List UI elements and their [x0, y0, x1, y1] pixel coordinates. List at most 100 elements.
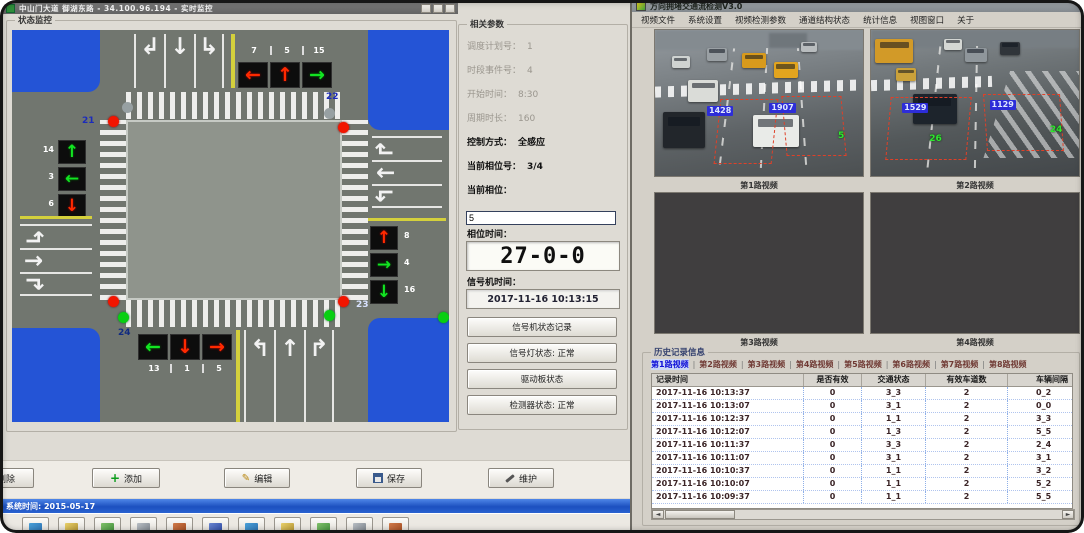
right-titlebar[interactable]: 方向拥堵交通流检测V3.0: [632, 0, 1084, 12]
corner-label-22: 22: [326, 92, 339, 102]
save-button[interactable]: 保存: [356, 468, 422, 488]
south-signal-left: ←: [138, 334, 168, 360]
add-button[interactable]: +添加: [92, 468, 160, 488]
table-row[interactable]: 2017-11-16 10:09:3701_125_5: [652, 491, 1073, 504]
history-tab[interactable]: 第6路视频: [892, 359, 930, 370]
table-cell: 2: [926, 465, 1008, 477]
history-tab[interactable]: 第3路视频: [748, 359, 786, 370]
north-signal-straight: ↑: [270, 62, 300, 88]
left-titlebar[interactable]: 中山门大道 御湖东路 - 34.100.96.194 - 实时监控: [3, 2, 458, 14]
scroll-right-arrow[interactable]: ►: [1062, 510, 1074, 519]
column-header[interactable]: 车辆间隔: [1008, 374, 1073, 386]
west-signal-number: 6: [34, 199, 54, 208]
video-channel-1[interactable]: 142819075: [654, 29, 864, 177]
table-row[interactable]: 2017-11-16 10:13:0703_120_0: [652, 400, 1073, 413]
lane-arrow-icon: ↑: [280, 336, 299, 362]
menu-item[interactable]: 关于: [957, 14, 974, 26]
table-row[interactable]: 2017-11-16 10:12:0701_325_5: [652, 426, 1073, 439]
minimize-button[interactable]: [421, 4, 431, 13]
toolbar-icon-button[interactable]: [274, 517, 301, 533]
toolbar-icon-button[interactable]: [310, 517, 337, 533]
detector-dot-red: [338, 122, 349, 133]
corner-southwest: [12, 328, 100, 422]
status-button[interactable]: 信号机状态记录: [467, 317, 617, 337]
history-tab[interactable]: 第5路视频: [844, 359, 882, 370]
horizontal-scrollbar[interactable]: ◄ ►: [651, 509, 1075, 520]
history-tab[interactable]: 第2路视频: [699, 359, 737, 370]
toolbar-icon-button[interactable]: [382, 517, 409, 533]
current-phase-input[interactable]: [466, 211, 616, 225]
table-cell: 2_4: [1008, 439, 1073, 451]
toolbar-icon-button[interactable]: [202, 517, 229, 533]
close-button[interactable]: [445, 4, 455, 13]
menu-item[interactable]: 通道结构状态: [799, 14, 850, 26]
signal-time-label: 信号机时间：: [467, 275, 521, 288]
status-monitor-group: 状态监控 N: [6, 20, 457, 432]
vehicle-count-tag: 1428: [707, 106, 733, 116]
wrench-icon: [505, 474, 515, 483]
table-cell: 2: [926, 452, 1008, 464]
column-header[interactable]: 有效车道数: [926, 374, 1008, 386]
lane-arrow-icon: ↱: [21, 274, 47, 293]
toolbar-icon-button[interactable]: [166, 517, 193, 533]
signal-time-display: 2017-11-16 10:13:15: [466, 289, 620, 309]
scroll-left-arrow[interactable]: ◄: [652, 510, 664, 519]
video-channel-4[interactable]: [870, 192, 1080, 334]
history-tab[interactable]: 第1路视频: [651, 359, 689, 370]
delete-button[interactable]: 删除: [0, 468, 34, 488]
toolbar-icon-button[interactable]: [238, 517, 265, 533]
param-field: 周期时长：160: [467, 111, 621, 135]
status-button[interactable]: 检测器状态: 正常: [467, 395, 617, 415]
toolbar-icon-button[interactable]: [22, 517, 49, 533]
status-button[interactable]: 驱动板状态: [467, 369, 617, 389]
vehicle-count-tag: 1129: [990, 100, 1016, 110]
table-cell: 3_3: [1008, 413, 1073, 425]
video-channel-2[interactable]: 152911292624: [870, 29, 1080, 177]
north-lane-markings: ↲ ↓ ↳: [134, 34, 230, 88]
history-tab[interactable]: 第7路视频: [941, 359, 979, 370]
table-row[interactable]: 2017-11-16 10:10:3701_123_2: [652, 465, 1073, 478]
phase-time-label: 相位时间：: [467, 227, 512, 240]
table-cell: 3_1: [1008, 452, 1073, 464]
edit-button[interactable]: ✎编辑: [224, 468, 290, 488]
scroll-thumb[interactable]: [665, 510, 735, 519]
table-cell: 0: [804, 413, 862, 425]
south-lane-markings: ↰ ↑ ↱: [244, 330, 340, 422]
column-header[interactable]: 交通状态: [862, 374, 926, 386]
tab-separator: |: [886, 360, 889, 369]
menu-item[interactable]: 视图窗口: [910, 14, 944, 26]
menu-item[interactable]: 视频文件: [641, 14, 675, 26]
toolbar-icon-button[interactable]: [58, 517, 85, 533]
menu-item[interactable]: 视频检测参数: [735, 14, 786, 26]
lane-arrow-icon: ↱: [373, 139, 399, 158]
maximize-button[interactable]: [433, 4, 443, 13]
tool-icon: [209, 523, 222, 533]
maintain-button[interactable]: 维护: [488, 468, 554, 488]
table-row[interactable]: 2017-11-16 10:10:0701_125_2: [652, 478, 1073, 491]
lane-arrow-icon: ↰: [373, 186, 399, 205]
menu-item[interactable]: 统计信息: [863, 14, 897, 26]
icon-toolbar: [0, 513, 636, 533]
toolbar-icon-button[interactable]: [346, 517, 373, 533]
table-row[interactable]: 2017-11-16 10:12:3701_123_3: [652, 413, 1073, 426]
toolbar-icon-button[interactable]: [94, 517, 121, 533]
lane-arrow-icon: ↱: [309, 336, 328, 362]
table-row[interactable]: 2017-11-16 10:11:3703_322_4: [652, 439, 1073, 452]
table-cell: 2: [926, 387, 1008, 399]
history-tab[interactable]: 第8路视频: [989, 359, 1027, 370]
table-row[interactable]: 2017-11-16 10:13:3703_320_2: [652, 387, 1073, 400]
column-header[interactable]: 记录时间: [652, 374, 804, 386]
toolbar-icon-button[interactable]: [130, 517, 157, 533]
phase-time-display: 27-0-0: [466, 241, 620, 271]
table-row[interactable]: 2017-11-16 10:11:0703_123_1: [652, 452, 1073, 465]
tab-separator: |: [837, 360, 840, 369]
video-channel-3[interactable]: [654, 192, 864, 334]
table-cell: 5_5: [1008, 426, 1073, 438]
column-header[interactable]: 是否有效: [804, 374, 862, 386]
bottom-toolbar: 删除 +添加 ✎编辑 保存 维护: [0, 460, 630, 498]
east-lane-markings: ↱ ← ↰: [372, 136, 442, 214]
history-tab[interactable]: 第4路视频: [796, 359, 834, 370]
menu-item[interactable]: 系统设置: [688, 14, 722, 26]
status-button[interactable]: 信号灯状态: 正常: [467, 343, 617, 363]
table-cell: 2017-11-16 10:11:07: [652, 452, 804, 464]
